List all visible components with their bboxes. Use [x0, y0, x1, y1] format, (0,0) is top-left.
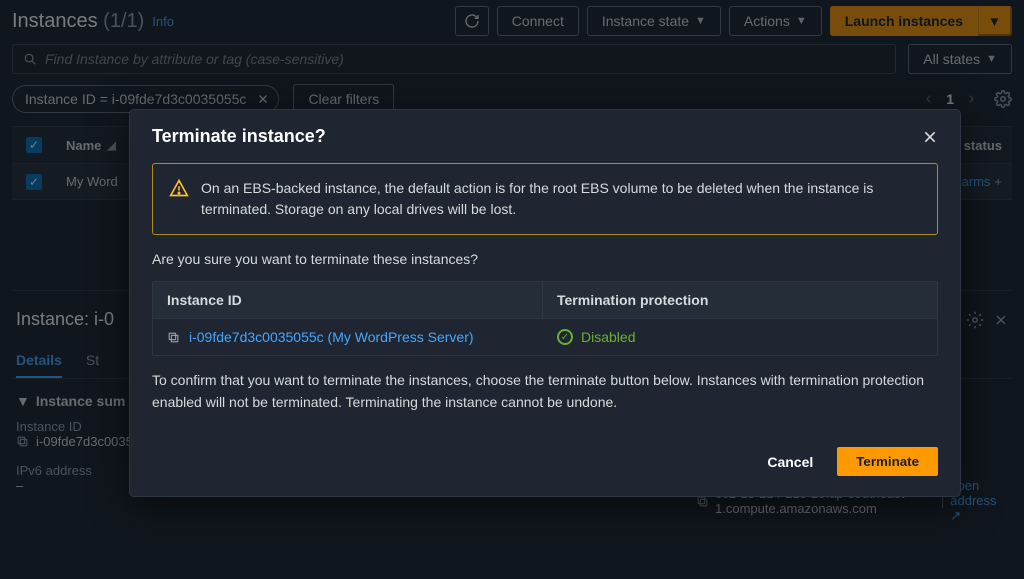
status-disabled-icon: ✓ [557, 329, 573, 345]
terminate-table-row: i-09fde7d3c0035055c (My WordPress Server… [153, 318, 937, 355]
th-termination-protection: Termination protection [543, 282, 937, 318]
terminate-table-header: Instance ID Termination protection [153, 282, 937, 318]
th-instance-id: Instance ID [153, 282, 543, 318]
terminate-table: Instance ID Termination protection i-09f… [152, 281, 938, 356]
terminate-button[interactable]: Terminate [837, 447, 938, 476]
copy-icon[interactable] [167, 331, 181, 344]
td-instance-id[interactable]: i-09fde7d3c0035055c (My WordPress Server… [153, 319, 543, 355]
modal-footer: Cancel Terminate [130, 431, 960, 496]
cancel-button[interactable]: Cancel [757, 447, 823, 476]
warning-text: On an EBS-backed instance, the default a… [201, 178, 921, 220]
terminate-modal: Terminate instance? On an EBS-backed ins… [130, 110, 960, 496]
modal-header: Terminate instance? [130, 110, 960, 157]
warning-icon [169, 178, 189, 220]
modal-close-button[interactable] [922, 129, 938, 145]
modal-title: Terminate instance? [152, 126, 326, 147]
td-termination-protection: ✓ Disabled [543, 319, 937, 355]
confirm-question: Are you sure you want to terminate these… [152, 251, 938, 267]
terminate-note: To confirm that you want to terminate th… [152, 370, 938, 413]
warning-alert: On an EBS-backed instance, the default a… [152, 163, 938, 235]
